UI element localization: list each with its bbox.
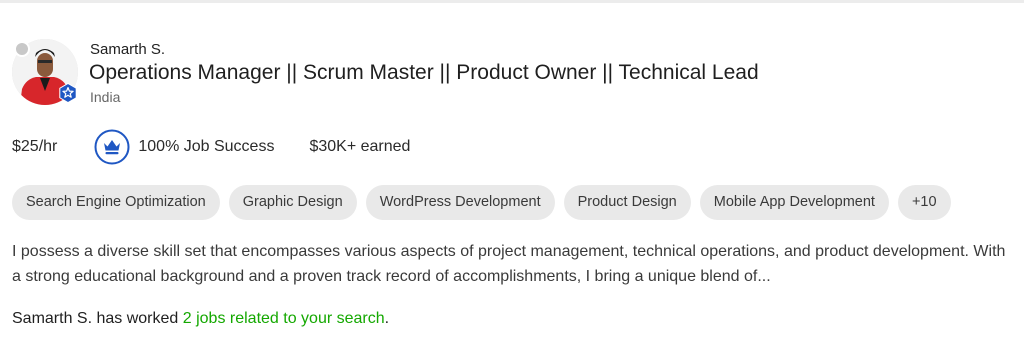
hourly-rate: $25/hr	[12, 138, 58, 155]
stats-row: $25/hr 100% Job Success $30K+ earned	[12, 128, 410, 166]
jobs-worked-prefix: Samarth S. has worked	[12, 310, 183, 327]
skill-pill[interactable]: Product Design	[563, 185, 691, 220]
freelancer-card[interactable]: Samarth S. Operations Manager || Scrum M…	[0, 0, 1024, 358]
jobs-worked-suffix: .	[384, 310, 390, 327]
top-rated-badge-icon	[59, 83, 77, 103]
top-divider	[0, 0, 1024, 3]
crown-icon	[94, 129, 130, 165]
skill-pill[interactable]: Search Engine Optimization	[12, 185, 220, 220]
jobs-worked-text: Samarth S. has worked 2 jobs related to …	[12, 310, 389, 328]
bio-text: I possess a diverse skill set that encom…	[12, 243, 1006, 285]
online-status-dot	[14, 41, 30, 57]
freelancer-location: India	[90, 89, 121, 105]
skills-list: Search Engine Optimization Graphic Desig…	[12, 185, 951, 220]
skill-pill[interactable]: Mobile App Development	[699, 185, 889, 220]
skill-pill[interactable]: Graphic Design	[228, 185, 357, 220]
freelancer-name[interactable]: Samarth S.	[90, 41, 165, 58]
more-skills-button[interactable]: +10	[897, 185, 951, 220]
avatar-container[interactable]	[12, 39, 78, 105]
freelancer-title[interactable]: Operations Manager || Scrum Master || Pr…	[89, 61, 759, 85]
job-success-label: 100% Job Success	[138, 138, 275, 155]
related-jobs-link[interactable]: 2 jobs related to your search	[183, 310, 385, 327]
total-earned: $30K+ earned	[309, 138, 411, 155]
skill-pill[interactable]: WordPress Development	[365, 185, 555, 220]
